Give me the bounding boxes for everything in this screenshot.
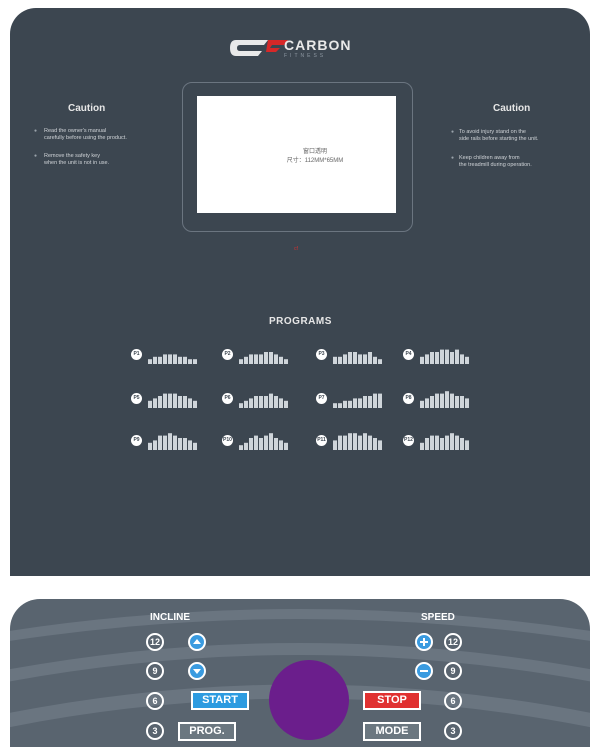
- program-profile-icon: [420, 391, 469, 408]
- program-badge: P12: [403, 435, 414, 446]
- program-profile-icon: [148, 354, 197, 364]
- bullet-icon: ●: [34, 153, 38, 159]
- program-p12: P12: [403, 432, 483, 450]
- mini-logo: cf: [294, 246, 298, 252]
- incline-9-button[interactable]: 9: [146, 662, 164, 680]
- speed-minus-button[interactable]: [415, 662, 433, 680]
- incline-up-button[interactable]: [188, 633, 206, 651]
- caution-left-line-3: Remove the safety key: [44, 153, 100, 159]
- speed-plus-button[interactable]: [415, 633, 433, 651]
- incline-label: INCLINE: [150, 612, 190, 623]
- program-profile-icon: [333, 352, 382, 364]
- caution-right-line-4: the treadmill during operation.: [459, 162, 532, 168]
- arrow-down-icon: [193, 669, 201, 674]
- program-p7: P7: [316, 390, 396, 408]
- program-p10: P10: [222, 432, 302, 450]
- bullet-icon: ●: [451, 129, 455, 135]
- program-p2: P2: [222, 346, 302, 364]
- display-note-line-1: 窗口透明: [302, 149, 327, 155]
- program-p9: P9: [131, 432, 211, 450]
- caution-right-line-2: side rails before starting the unit.: [459, 136, 539, 142]
- caution-right-line-3: Keep children away from: [459, 155, 520, 161]
- program-badge: P3: [316, 349, 327, 360]
- safety-key-knob[interactable]: [269, 660, 349, 740]
- speed-12-button[interactable]: 12: [444, 633, 462, 651]
- speed-6-button[interactable]: 6: [444, 692, 462, 710]
- program-badge: P10: [222, 435, 233, 446]
- program-p1: P1: [131, 346, 211, 364]
- program-p3: P3: [316, 346, 396, 364]
- start-button[interactable]: START: [191, 691, 249, 710]
- program-p11: P11: [316, 432, 396, 450]
- program-badge: P9: [131, 435, 142, 446]
- program-badge: P11: [316, 435, 327, 446]
- caution-right-line-1: To avoid injury stand on the: [459, 129, 526, 135]
- minus-icon: [420, 670, 428, 672]
- speed-9-button[interactable]: 9: [444, 662, 462, 680]
- speed-3-button[interactable]: 3: [444, 722, 462, 740]
- bullet-icon: ●: [34, 128, 38, 134]
- program-profile-icon: [420, 433, 469, 450]
- incline-down-button[interactable]: [188, 662, 206, 680]
- program-badge: P4: [403, 349, 414, 360]
- program-profile-icon: [239, 393, 288, 408]
- program-badge: P1: [131, 349, 142, 360]
- program-profile-icon: [148, 433, 197, 450]
- incline-3-button[interactable]: 3: [146, 722, 164, 740]
- program-p5: P5: [131, 390, 211, 408]
- plus-icon: [420, 638, 428, 646]
- programs-title: PROGRAMS: [269, 316, 332, 327]
- program-p4: P4: [403, 346, 483, 364]
- incline-6-button[interactable]: 6: [146, 692, 164, 710]
- program-p6: P6: [222, 390, 302, 408]
- caution-left-line-2: carefully before using the product.: [44, 135, 127, 141]
- prog-button[interactable]: PROG.: [178, 722, 236, 741]
- incline-12-button[interactable]: 12: [146, 633, 164, 651]
- display-note-line-2: 尺寸：112MM*65MM: [286, 158, 344, 164]
- program-p8: P8: [403, 390, 483, 408]
- program-profile-icon: [239, 352, 288, 364]
- program-badge: P6: [222, 393, 233, 404]
- brand-name: CARBON: [284, 37, 352, 53]
- caution-right-title: Caution: [493, 103, 531, 114]
- program-profile-icon: [333, 433, 382, 450]
- program-profile-icon: [333, 393, 382, 408]
- mode-button[interactable]: MODE: [363, 722, 421, 741]
- program-badge: P2: [222, 349, 233, 360]
- brand-tagline: FITNESS: [284, 53, 327, 59]
- stop-button[interactable]: STOP: [363, 691, 421, 710]
- arrow-up-icon: [193, 639, 201, 644]
- caution-left-line-4: when the unit is not in use.: [44, 160, 110, 166]
- caution-left-title: Caution: [68, 103, 106, 114]
- speed-label: SPEED: [421, 612, 455, 623]
- program-profile-icon: [148, 393, 197, 408]
- bullet-icon: ●: [451, 155, 455, 161]
- program-badge: P8: [403, 393, 414, 404]
- caution-left-line-1: Read the owner's manual: [44, 128, 107, 134]
- program-profile-icon: [239, 433, 288, 450]
- program-profile-icon: [420, 349, 469, 364]
- program-badge: P7: [316, 393, 327, 404]
- program-badge: P5: [131, 393, 142, 404]
